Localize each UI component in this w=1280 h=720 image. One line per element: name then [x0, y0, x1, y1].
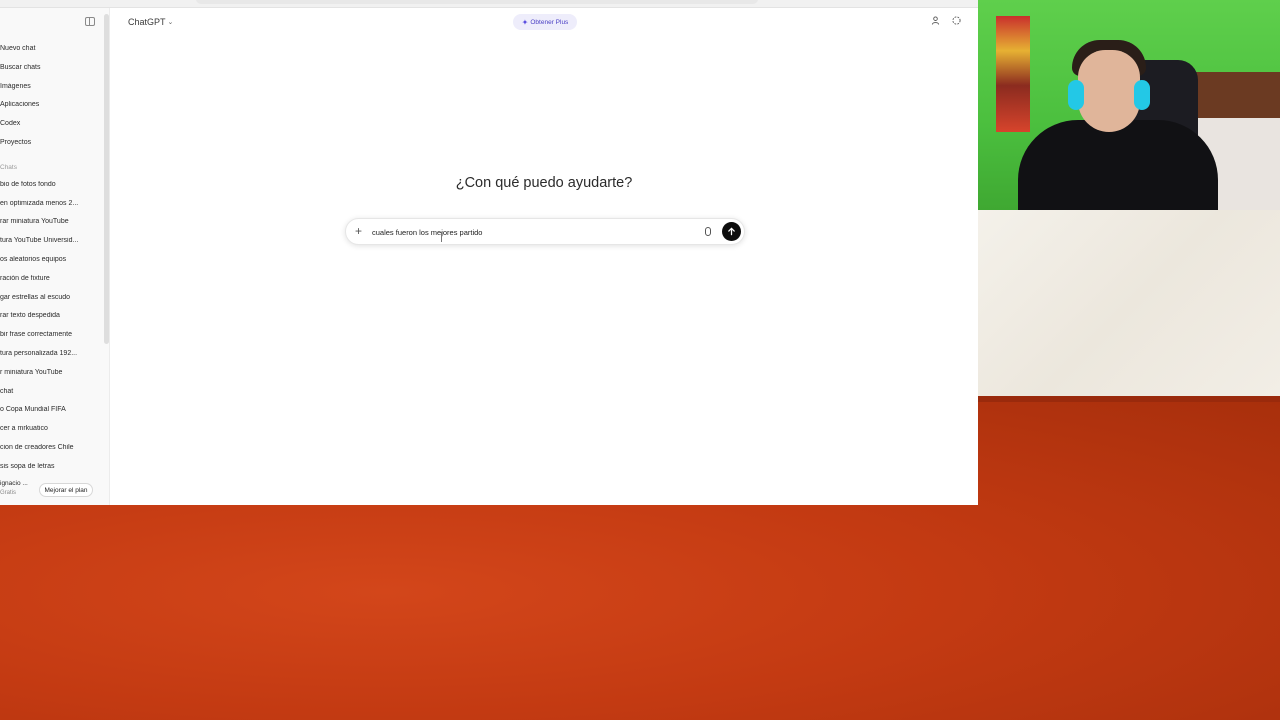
chat-history-item[interactable]: tura YouTube Universid... [0, 237, 100, 244]
sidebar-item-new-chat[interactable]: Nuevo chat [0, 45, 100, 52]
add-attachment-icon[interactable]: + [355, 225, 362, 237]
send-button[interactable] [722, 222, 741, 241]
browser-window: Nuevo chat Buscar chats Imágenes Aplicac… [0, 0, 978, 505]
chat-history-item[interactable]: rar miniatura YouTube [0, 218, 100, 225]
profile-icon[interactable] [931, 16, 940, 27]
chat-history-item[interactable]: rar texto despedida [0, 312, 100, 319]
chat-history-item[interactable]: tura personalizada 192... [0, 350, 100, 357]
microphone-icon[interactable] [705, 227, 711, 236]
chat-history-item[interactable]: gar estrellas al escudo [0, 294, 100, 301]
browser-toolbar [0, 0, 978, 8]
get-plus-label: Obtener Plus [530, 18, 569, 26]
chat-history-item[interactable]: r miniatura YouTube [0, 369, 100, 376]
profile-plan: Gratis [0, 490, 17, 496]
chat-history-item[interactable]: o Copa Mundial FIFA [0, 406, 100, 413]
person-head [1078, 50, 1140, 132]
sidebar-item-apps[interactable]: Aplicaciones [0, 101, 100, 108]
headset-left [1068, 80, 1084, 110]
sparkle-icon: ✦ [521, 17, 529, 27]
chat-history-item[interactable]: os aleatorios equipos [0, 256, 100, 263]
page-title: ¿Con qué puedo ayudarte? [455, 175, 633, 191]
text-cursor [441, 232, 442, 242]
chats-section-label: Chats [0, 164, 17, 171]
address-bar[interactable] [196, 0, 758, 4]
arrow-up-icon [728, 227, 735, 236]
webcam-overlay [978, 0, 1280, 210]
prompt-composer: + [345, 218, 745, 245]
chevron-down-icon: ⌄ [167, 19, 174, 26]
model-selector[interactable]: ChatGPT ⌄ [128, 17, 173, 27]
sidebar: Nuevo chat Buscar chats Imágenes Aplicac… [0, 8, 110, 505]
chat-history-item[interactable]: sis sopa de letras [0, 463, 100, 470]
sidebar-item-codex[interactable]: Codex [0, 120, 100, 127]
sidebar-toggle-icon[interactable] [85, 17, 95, 26]
chat-history-item[interactable]: cer a mrkuatico [0, 425, 100, 432]
sidebar-item-projects[interactable]: Proyectos [0, 139, 100, 146]
chat-history-item[interactable]: chat [0, 388, 100, 395]
background-white [978, 210, 1280, 400]
person-body [1018, 120, 1218, 210]
headset-right [1134, 80, 1150, 110]
chat-history-item[interactable]: bir frase correctamente [0, 331, 100, 338]
wall-poster [996, 16, 1030, 132]
prompt-input[interactable] [372, 226, 692, 239]
sidebar-item-search-chats[interactable]: Buscar chats [0, 64, 100, 71]
profile-name[interactable]: ignacio ... [0, 480, 28, 487]
temporary-chat-icon[interactable] [952, 16, 961, 27]
upgrade-plan-button[interactable]: Mejorar el plan [39, 483, 93, 497]
sidebar-item-images[interactable]: Imágenes [0, 83, 100, 90]
model-name: ChatGPT [128, 17, 166, 27]
chat-history-item[interactable]: ración de fixture [0, 275, 100, 282]
chat-history-item[interactable]: en optimizada menos 2... [0, 200, 100, 207]
get-plus-button[interactable]: ✦ Obtener Plus [513, 14, 577, 30]
background-divider [978, 396, 1280, 402]
chat-history-item[interactable]: cion de creadores Chile [0, 444, 100, 451]
